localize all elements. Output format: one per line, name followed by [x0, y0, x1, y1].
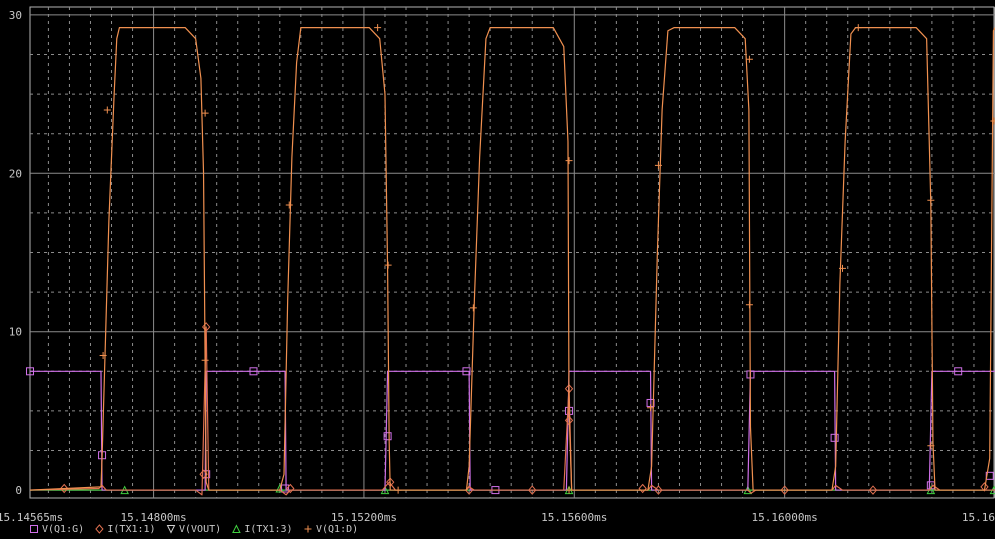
x-tick-label: 15.16000ms	[752, 511, 818, 524]
legend-marker-i-tx1-1	[95, 524, 104, 534]
legend-marker-v-q1-g	[30, 525, 38, 533]
legend-item-v-q1-g: V(Q1:G)	[30, 524, 84, 535]
data-point-v-q1-d	[201, 356, 209, 364]
data-point-v-q1-d	[927, 196, 935, 204]
legend-item-v-vout: V(VOUT)	[166, 524, 221, 535]
data-point-v-q1-d	[374, 24, 382, 32]
legend-label-v-q1-d: V(Q1:D)	[316, 524, 358, 535]
y-tick-label: 20	[9, 167, 22, 180]
legend-item-v-q1-d: V(Q1:D)	[304, 524, 358, 535]
legend-label-v-q1-g: V(Q1:G)	[42, 524, 84, 535]
legend-item-i-tx1-1: I(TX1:1)	[95, 524, 156, 535]
x-tick-label: 15.16400ms	[962, 511, 995, 524]
data-point-i-tx1-1	[638, 483, 647, 494]
x-tick-label: 15.15200ms	[331, 511, 397, 524]
data-point-v-q1-d	[201, 109, 209, 117]
plot-area: 0102030 15.14565ms 15.14800ms 15.15200ms 15…	[0, 6, 995, 535]
legend-label-i-tx1-3: I(TX1:3)	[244, 524, 292, 535]
x-tick-label: 15.14565ms	[0, 511, 63, 524]
legend: V(Q1:G) I(TX1:1) V(VOUT) I(TX1:3) V(Q1:D)	[30, 524, 358, 535]
data-point-v-q1-d	[745, 301, 753, 309]
data-point-i-tx1-1	[286, 483, 295, 494]
data-point-v-q1-d	[854, 24, 862, 32]
legend-label-v-vout: V(VOUT)	[179, 524, 221, 535]
y-tick-label: 10	[9, 326, 22, 339]
data-point-v-q1-d	[285, 201, 293, 209]
x-axis-ticks: 15.14565ms 15.14800ms 15.15200ms 15.15600ms…	[0, 511, 995, 524]
data-point-v-q1-d	[103, 106, 111, 114]
y-tick-label: 0	[15, 484, 22, 497]
grid	[29, 6, 995, 499]
legend-item-i-tx1-3: I(TX1:3)	[232, 524, 293, 535]
x-tick-label: 15.14800ms	[120, 511, 186, 524]
series-line-v-q1-g	[30, 370, 995, 491]
legend-label-i-tx1-1: I(TX1:1)	[107, 524, 155, 535]
y-tick-label: 30	[9, 9, 22, 22]
legend-marker-i-tx1-3	[232, 524, 241, 533]
data-point-v-q1-d	[394, 486, 402, 494]
data-point-v-q1-d	[384, 261, 392, 269]
data-point-v-q1-d	[469, 304, 477, 312]
y-axis-ticks: 0 10 20 30	[9, 9, 22, 497]
legend-marker-v-q1-d	[304, 525, 312, 533]
data-point-v-q1-d	[565, 157, 573, 165]
legend-marker-v-vout	[166, 525, 176, 534]
x-tick-label: 15.15600ms	[541, 511, 607, 524]
